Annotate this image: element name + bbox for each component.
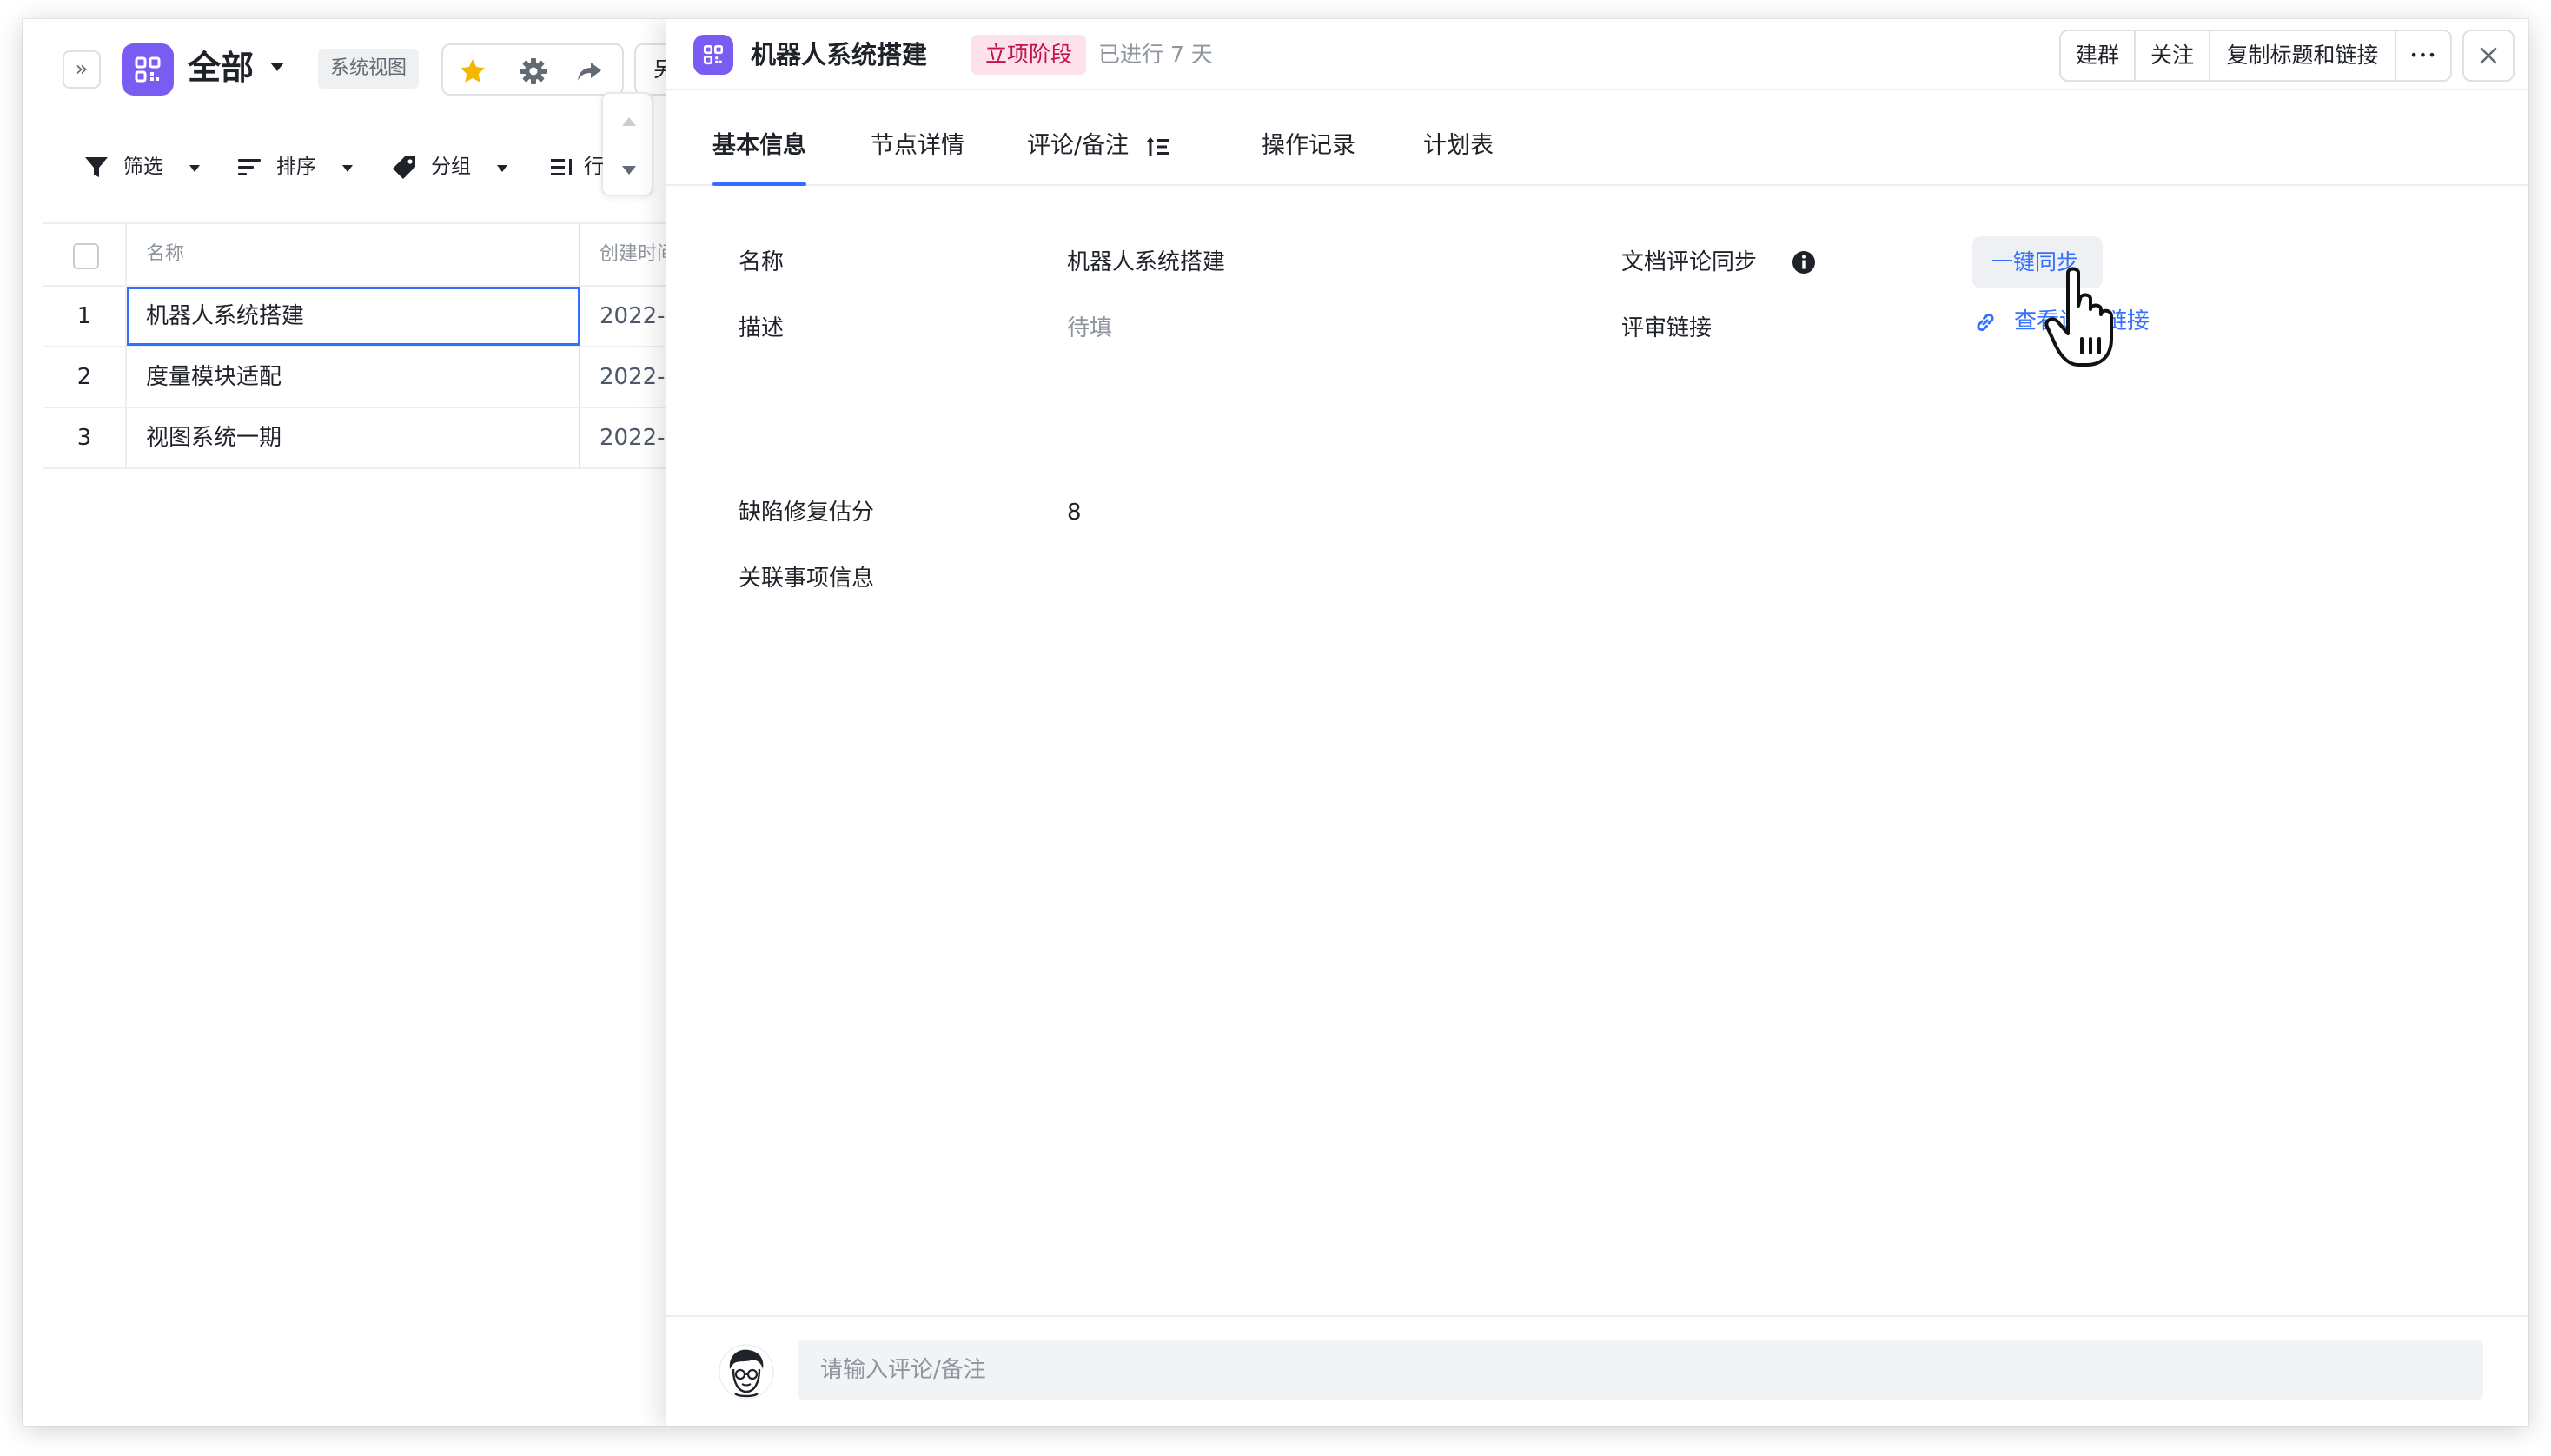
row-index: 3 — [43, 408, 127, 467]
drawer-header: 机器人系统搭建 立项阶段 已进行 7 天 建群 关注 复制标题和链接 ••• — [666, 19, 2528, 90]
elapsed-time: 已进行 7 天 — [1098, 42, 1213, 67]
view-header: » 全部 系统视图 另存 — [23, 19, 704, 196]
tab-comments-label: 评论/备注 — [1027, 132, 1130, 159]
row-index: 2 — [43, 347, 127, 407]
info-icon[interactable] — [1792, 250, 1816, 275]
comment-input[interactable] — [798, 1340, 2483, 1400]
column-header-name[interactable]: 名称 — [127, 224, 580, 285]
row-name[interactable]: 度量模块适配 — [127, 347, 580, 407]
field-value-name[interactable]: 机器人系统搭建 — [1067, 243, 1225, 281]
field-label-bug-score: 缺陷修复估分 — [739, 500, 875, 526]
close-button[interactable] — [2462, 30, 2515, 82]
row-height-label: 行 — [584, 156, 604, 178]
chevron-down-icon[interactable] — [268, 57, 287, 76]
tag-icon — [393, 156, 415, 179]
expand-sidebar-button[interactable]: » — [63, 50, 101, 89]
caret-down-icon — [342, 165, 353, 172]
table-row[interactable]: 1 机器人系统搭建 2022-10-1 — [43, 287, 686, 347]
table-row[interactable]: 3 视图系统一期 2022-08-2 — [43, 408, 686, 469]
sort-order-icon[interactable] — [1145, 136, 1171, 158]
table-row[interactable]: 2 度量模块适配 2022-10-1 — [43, 347, 686, 408]
table-header: 名称 创建时间 — [43, 222, 686, 287]
filter-button[interactable]: 筛选 — [83, 149, 205, 184]
field-value-bug-score[interactable]: 8 — [1067, 493, 1082, 532]
sort-icon — [238, 159, 261, 175]
share-icon[interactable] — [575, 57, 603, 85]
row-height-button[interactable]: 行 — [549, 149, 627, 184]
group-button[interactable]: 分组 — [391, 149, 513, 184]
field-label-review-link: 评审链接 — [1621, 315, 1713, 341]
item-type-icon — [693, 35, 733, 75]
filter-label: 筛选 — [123, 156, 163, 178]
row-height-icon — [551, 159, 572, 175]
field-label-name: 名称 — [739, 249, 785, 275]
sort-button[interactable]: 排序 — [236, 149, 358, 184]
drawer-actions: 建群 关注 复制标题和链接 ••• — [2059, 30, 2452, 82]
app-window: » 全部 系统视图 另存 筛选 — [23, 19, 2528, 1426]
tab-basic-info[interactable]: 基本信息 — [712, 129, 806, 186]
field-label-doc-sync: 文档评论同步 — [1621, 249, 1758, 275]
link-icon — [1977, 313, 1994, 332]
tab-node-details[interactable]: 节点详情 — [871, 129, 964, 186]
row-name[interactable]: 机器人系统搭建 — [127, 287, 580, 346]
drawer-tabs: 基本信息 节点详情 评论/备注 操作记录 计划表 — [666, 90, 2528, 186]
select-all-cell — [43, 224, 127, 285]
view-logo-icon — [122, 43, 174, 96]
copy-title-link-button[interactable]: 复制标题和链接 — [2210, 31, 2395, 80]
tab-comments[interactable]: 评论/备注 — [1027, 129, 1175, 186]
view-title[interactable]: 全部 — [188, 42, 254, 94]
user-avatar[interactable] — [718, 1343, 775, 1400]
more-icon[interactable]: ••• — [2396, 31, 2450, 80]
caret-down-icon — [189, 165, 200, 172]
row-name[interactable]: 视图系统一期 — [127, 408, 580, 467]
select-all-checkbox[interactable] — [73, 243, 99, 269]
hand-cursor-icon — [2044, 267, 2113, 367]
row-index: 1 — [43, 287, 127, 346]
field-label-related: 关联事项信息 — [739, 566, 875, 592]
filter-icon — [85, 157, 108, 177]
stage-badge[interactable]: 立项阶段 — [971, 35, 1087, 75]
table-view-pane: » 全部 系统视图 另存 筛选 — [23, 19, 704, 1426]
tab-operation-log[interactable]: 操作记录 — [1262, 129, 1355, 186]
field-value-desc[interactable]: 待填 — [1067, 309, 1112, 347]
star-icon[interactable] — [459, 57, 487, 85]
tab-schedule[interactable]: 计划表 — [1423, 129, 1494, 186]
follow-button[interactable]: 关注 — [2136, 31, 2209, 80]
detail-drawer: 机器人系统搭建 立项阶段 已进行 7 天 建群 关注 复制标题和链接 ••• 基… — [666, 19, 2528, 1426]
view-tool-group — [441, 43, 624, 96]
sort-label: 排序 — [276, 156, 316, 178]
create-group-button[interactable]: 建群 — [2061, 31, 2134, 80]
gear-icon[interactable] — [520, 57, 547, 85]
caret-down-icon — [497, 165, 507, 172]
drawer-title: 机器人系统搭建 — [751, 40, 928, 69]
group-label: 分组 — [431, 156, 471, 178]
comment-bar — [666, 1315, 2528, 1426]
system-view-badge: 系统视图 — [318, 49, 420, 89]
view-toolbar: 筛选 排序 分组 行 — [23, 132, 683, 202]
arrow-up-icon[interactable] — [619, 111, 639, 132]
field-label-desc: 描述 — [739, 315, 785, 341]
close-icon — [2480, 47, 2497, 64]
basic-info-fields: 名称 机器人系统搭建 描述 待填 文档评论同步 一键同步 评审链接 查看评审链接… — [666, 186, 2528, 1228]
